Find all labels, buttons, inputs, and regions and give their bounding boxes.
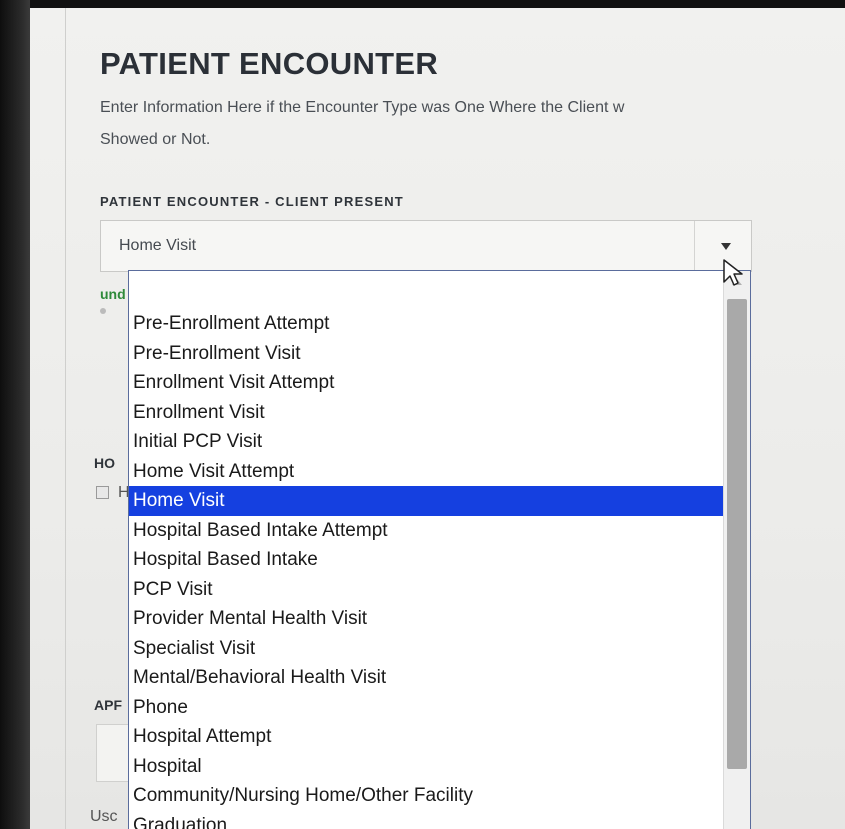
photo-frame: PATIENT ENCOUNTER Enter Information Here… [0, 0, 845, 829]
page-subtitle: Enter Information Here if the Encounter … [100, 92, 845, 156]
mouse-pointer-icon [723, 259, 743, 286]
chevron-down-icon[interactable] [721, 243, 731, 250]
radio-dot[interactable] [100, 308, 106, 314]
encounter-type-select[interactable]: Home Visit [100, 220, 752, 272]
dropdown-option[interactable]: Mental/Behavioral Health Visit [129, 663, 724, 693]
monitor-bezel-top [0, 0, 845, 8]
dropdown-option[interactable]: Hospital Attempt [129, 722, 724, 752]
field-label: PATIENT ENCOUNTER - CLIENT PRESENT [100, 194, 404, 209]
validation-text-fragment: und [100, 286, 126, 302]
dropdown-option[interactable]: Pre-Enrollment Attempt [129, 309, 724, 339]
scrollbar[interactable] [723, 271, 750, 829]
dropdown-option[interactable]: Provider Mental Health Visit [129, 604, 724, 634]
dropdown-option[interactable]: Home Visit Attempt [129, 457, 724, 487]
dropdown-option[interactable]: Specialist Visit [129, 634, 724, 664]
select-divider [694, 221, 695, 271]
page-title: PATIENT ENCOUNTER [100, 46, 439, 81]
help-text-fragment: Usc [90, 808, 118, 825]
dropdown-options: Pre-Enrollment Attempt Pre-Enrollment Vis… [129, 309, 724, 829]
scrollbar-thumb[interactable] [727, 299, 747, 769]
dropdown-option[interactable]: Initial PCP Visit [129, 427, 724, 457]
dropdown-option[interactable]: Hospital [129, 752, 724, 782]
dropdown-option[interactable]: Enrollment Visit [129, 398, 724, 428]
dropdown-option[interactable]: Home Visit [129, 486, 724, 516]
panel-border [65, 8, 66, 829]
checkbox[interactable] [96, 486, 109, 499]
monitor-bezel-left [0, 0, 30, 829]
screen: PATIENT ENCOUNTER Enter Information Here… [30, 8, 845, 829]
dropdown-option[interactable]: Pre-Enrollment Visit [129, 339, 724, 369]
dropdown-option[interactable]: PCP Visit [129, 575, 724, 605]
subtitle-line-1: Enter Information Here if the Encounter … [100, 99, 625, 116]
select-value: Home Visit [119, 237, 197, 254]
subtitle-line-2: Showed or Not. [100, 131, 211, 148]
dropdown-option[interactable]: Enrollment Visit Attempt [129, 368, 724, 398]
dropdown-option[interactable]: Community/Nursing Home/Other Facility [129, 781, 724, 811]
dropdown-option[interactable]: Graduation [129, 811, 724, 829]
dropdown-option[interactable]: Phone [129, 693, 724, 723]
section-label-fragment: HO [94, 455, 115, 471]
dropdown-option[interactable]: Hospital Based Intake Attempt [129, 516, 724, 546]
encounter-type-dropdown[interactable]: Pre-Enrollment Attempt Pre-Enrollment Vis… [128, 270, 751, 829]
dropdown-option[interactable]: Hospital Based Intake [129, 545, 724, 575]
section-label-fragment-2: APF [94, 697, 122, 713]
